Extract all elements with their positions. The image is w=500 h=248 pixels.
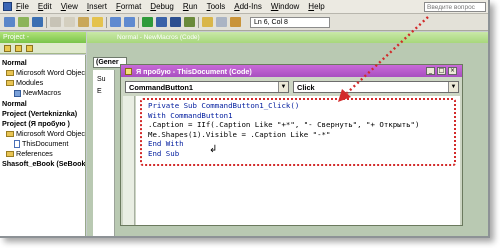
tree-node-modules[interactable]: Modules [6,78,43,87]
chevron-down-icon[interactable]: ▼ [278,82,288,92]
object-browser-icon[interactable] [230,17,241,27]
code-gutter [123,96,135,225]
minimize-button[interactable]: _ [426,67,435,75]
document-icon [14,140,20,149]
tree-node-word-objects[interactable]: Microsoft Word Objects [6,68,85,77]
tree-node-shasoft-ebook[interactable]: Shasoft_eBook (SeBook) [2,159,85,168]
code-line[interactable]: Me.Shapes(1).Visible = .Caption Like "-*… [148,130,448,140]
toolbar-separator [198,17,199,28]
object-combo-value: CommandButton1 [129,83,194,92]
menu-add-ins[interactable]: Add-Ins [234,2,262,11]
find-icon[interactable] [92,17,103,27]
folder-icon [6,80,14,87]
procedure-combo[interactable]: Click ▼ [293,81,459,93]
menu-window[interactable]: Window [271,2,299,11]
view-object-icon[interactable] [15,45,22,52]
folder-icon [6,151,14,158]
tree-node-word-objects-2[interactable]: Microsoft Word Objects [6,129,85,138]
toggle-folders-icon[interactable] [26,45,33,52]
menu-edit[interactable]: Edit [38,2,52,11]
code-editor[interactable]: Private Sub CommandButton1_Click() With … [136,96,460,225]
maximize-button[interactable]: □ [437,67,446,75]
code-line[interactable]: Private Sub CommandButton1_Click() [148,101,448,111]
tree-node-references[interactable]: References [6,149,53,158]
menu-run[interactable]: Run [183,2,198,11]
code-window: Я пробую - ThisDocument (Code) _ □ × Com… [120,64,463,226]
tree-node-project-ya-probuyu[interactable]: Project (Я пробую ) [2,119,70,128]
reset-icon[interactable] [170,17,181,27]
code-line[interactable]: With CommandButton1 [148,111,448,121]
menu-bar: File Edit View Insert Format Debug Run T… [0,0,488,14]
vba-app-icon[interactable] [3,2,12,11]
menu-view[interactable]: View [61,2,78,11]
background-gutter: Su E [93,70,115,236]
folder-icon [6,70,14,77]
background-window-title[interactable]: Normal - NewMacros (Code) [87,32,488,43]
paste-icon[interactable] [78,17,89,27]
view-code-icon[interactable] [4,45,11,52]
code-line[interactable]: End With [148,139,448,149]
module-icon [14,89,21,97]
insert-userform-icon[interactable] [18,17,29,27]
redo-icon[interactable] [124,17,135,27]
undo-icon[interactable] [110,17,121,27]
project-explorer-icon[interactable] [202,17,213,27]
menu-tools[interactable]: Tools [207,2,226,11]
menu-help[interactable]: Help [308,2,324,11]
copy-icon[interactable] [64,17,75,27]
background-code-text: E [97,88,102,95]
menu-debug[interactable]: Debug [150,2,174,11]
toolbar-separator [106,17,107,28]
code-window-titlebar[interactable]: Я пробую - ThisDocument (Code) [121,65,462,77]
module-icon [125,67,132,75]
save-icon[interactable] [32,17,43,27]
tree-node-newmacros[interactable]: NewMacros [14,88,61,97]
tree-node-project-vertekniznka[interactable]: Project (Vertekniznka) [2,109,77,118]
ask-question-input[interactable]: Введите вопрос [424,2,486,12]
properties-icon[interactable] [216,17,227,27]
chevron-down-icon[interactable]: ▼ [448,82,458,92]
project-tree: Normal Microsoft Word Objects Modules Ne… [0,55,86,236]
procedure-combo-value: Click [297,83,315,92]
design-mode-icon[interactable] [184,17,195,27]
screenshot-frame: File Edit View Insert Format Debug Run T… [0,0,490,238]
menu-format[interactable]: Format [116,2,141,11]
code-line[interactable]: End Sub [148,149,448,159]
standard-toolbar: Ln 6, Col 8 [0,14,488,31]
cursor-position-readout: Ln 6, Col 8 [250,17,330,28]
code-line[interactable]: .Caption = IIf(.Caption Like "+*", "- Св… [148,120,448,130]
highlighted-code-block: Private Sub CommandButton1_Click() With … [140,98,456,166]
menu-file[interactable]: File [16,2,29,11]
object-combo[interactable]: CommandButton1 ▼ [125,81,289,93]
view-word-icon[interactable] [4,17,15,27]
tree-node-normal-2[interactable]: Normal [2,99,27,108]
tree-node-normal[interactable]: Normal [2,58,27,67]
close-button[interactable]: × [448,67,457,75]
folder-icon [6,131,14,138]
mouse-cursor-icon: ↲ [209,144,218,155]
run-icon[interactable] [142,17,153,27]
code-window-title: Я пробую - ThisDocument (Code) [136,66,252,76]
menu-insert[interactable]: Insert [87,2,107,11]
project-panel-toolbar [0,43,86,54]
cut-icon[interactable] [50,17,61,27]
project-panel-title: Project - [0,32,86,43]
toolbar-separator [138,17,139,28]
tree-node-thisdocument[interactable]: ThisDocument [14,139,68,149]
background-code-text: Su [97,76,106,83]
toolbar-separator [46,17,47,28]
break-icon[interactable] [156,17,167,27]
